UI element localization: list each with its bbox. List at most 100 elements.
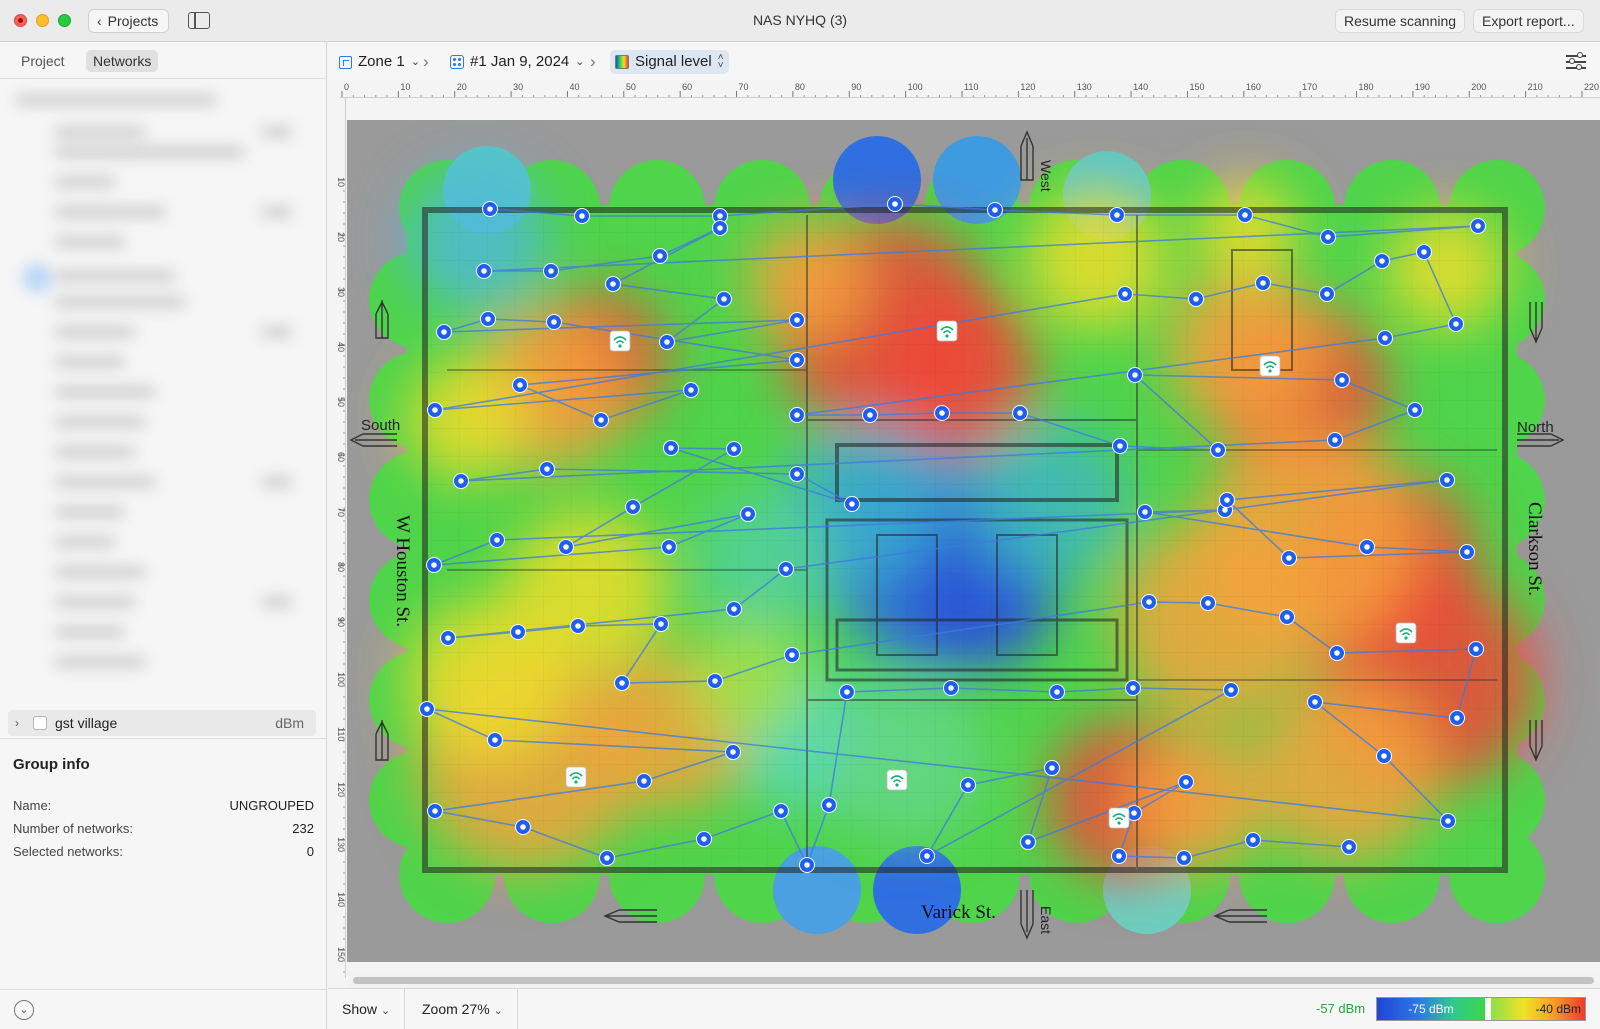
disclosure-chevron-icon[interactable]: › bbox=[15, 710, 19, 736]
survey-point[interactable] bbox=[558, 539, 574, 555]
survey-point[interactable] bbox=[1359, 539, 1375, 555]
survey-point[interactable] bbox=[1320, 229, 1336, 245]
survey-point[interactable] bbox=[427, 402, 443, 418]
survey-point[interactable] bbox=[1223, 682, 1239, 698]
heatmap-svg[interactable]: West East South North W Houston St. Clar… bbox=[347, 120, 1600, 962]
close-window-button[interactable] bbox=[14, 14, 27, 27]
survey-point[interactable] bbox=[1281, 550, 1297, 566]
survey-point[interactable] bbox=[510, 624, 526, 640]
survey-point[interactable] bbox=[1178, 774, 1194, 790]
zoom-window-button[interactable] bbox=[58, 14, 71, 27]
access-point-wifi-icon[interactable] bbox=[1108, 807, 1130, 829]
survey-selector[interactable]: #1 Jan 9, 2024 ⌄ bbox=[445, 50, 589, 74]
survey-point[interactable] bbox=[784, 647, 800, 663]
survey-point[interactable] bbox=[1210, 442, 1226, 458]
survey-point[interactable] bbox=[1407, 402, 1423, 418]
survey-point[interactable] bbox=[1188, 291, 1204, 307]
survey-point[interactable] bbox=[1307, 694, 1323, 710]
survey-point[interactable] bbox=[599, 850, 615, 866]
survey-point[interactable] bbox=[539, 461, 555, 477]
survey-point[interactable] bbox=[1219, 492, 1235, 508]
survey-point[interactable] bbox=[1044, 760, 1060, 776]
survey-point[interactable] bbox=[574, 208, 590, 224]
survey-point[interactable] bbox=[487, 732, 503, 748]
survey-point[interactable] bbox=[426, 557, 442, 573]
survey-point[interactable] bbox=[653, 616, 669, 632]
survey-point[interactable] bbox=[570, 618, 586, 634]
access-point-wifi-icon[interactable] bbox=[1259, 355, 1281, 377]
survey-point[interactable] bbox=[1448, 316, 1464, 332]
survey-point[interactable] bbox=[1327, 432, 1343, 448]
survey-point[interactable] bbox=[1109, 207, 1125, 223]
survey-point[interactable] bbox=[934, 405, 950, 421]
access-point-wifi-icon[interactable] bbox=[886, 769, 908, 791]
resume-scanning-button[interactable]: Resume scanning bbox=[1335, 9, 1466, 33]
survey-point[interactable] bbox=[740, 506, 756, 522]
survey-point[interactable] bbox=[1141, 594, 1157, 610]
survey-point[interactable] bbox=[453, 473, 469, 489]
survey-point[interactable] bbox=[1255, 275, 1271, 291]
survey-point[interactable] bbox=[1439, 472, 1455, 488]
survey-point[interactable] bbox=[683, 382, 699, 398]
survey-point[interactable] bbox=[943, 680, 959, 696]
survey-point[interactable] bbox=[1176, 850, 1192, 866]
expand-chevron-icon[interactable]: ⌄ bbox=[14, 1000, 34, 1020]
survey-point[interactable] bbox=[1125, 680, 1141, 696]
survey-point[interactable] bbox=[593, 412, 609, 428]
access-point-wifi-icon[interactable] bbox=[936, 320, 958, 342]
survey-point[interactable] bbox=[661, 539, 677, 555]
survey-point[interactable] bbox=[1111, 848, 1127, 864]
survey-point[interactable] bbox=[1334, 372, 1350, 388]
sidebar-toggle-icon[interactable] bbox=[188, 12, 210, 29]
access-point-wifi-icon[interactable] bbox=[609, 330, 631, 352]
survey-point[interactable] bbox=[543, 263, 559, 279]
survey-point[interactable] bbox=[515, 819, 531, 835]
survey-point[interactable] bbox=[778, 561, 794, 577]
survey-point[interactable] bbox=[696, 831, 712, 847]
scrollbar-thumb[interactable] bbox=[353, 977, 1594, 984]
horizontal-scrollbar[interactable] bbox=[347, 972, 1600, 988]
survey-point[interactable] bbox=[887, 196, 903, 212]
back-to-projects-button[interactable]: ‹ Projects bbox=[88, 9, 170, 33]
survey-point[interactable] bbox=[726, 601, 742, 617]
survey-point[interactable] bbox=[726, 441, 742, 457]
survey-point[interactable] bbox=[1049, 684, 1065, 700]
group-checkbox[interactable] bbox=[33, 716, 47, 730]
survey-point[interactable] bbox=[821, 797, 837, 813]
survey-point[interactable] bbox=[844, 496, 860, 512]
survey-point[interactable] bbox=[489, 532, 505, 548]
survey-point[interactable] bbox=[789, 407, 805, 423]
network-group-row[interactable]: › gst village dBm bbox=[8, 710, 316, 736]
survey-point[interactable] bbox=[919, 848, 935, 864]
survey-point[interactable] bbox=[1377, 330, 1393, 346]
survey-point[interactable] bbox=[1020, 834, 1036, 850]
survey-point[interactable] bbox=[436, 324, 452, 340]
survey-point[interactable] bbox=[1112, 438, 1128, 454]
survey-point[interactable] bbox=[1279, 609, 1295, 625]
minimize-window-button[interactable] bbox=[36, 14, 49, 27]
survey-point[interactable] bbox=[1237, 207, 1253, 223]
survey-point[interactable] bbox=[789, 352, 805, 368]
survey-point[interactable] bbox=[1416, 244, 1432, 260]
survey-point[interactable] bbox=[773, 803, 789, 819]
survey-point[interactable] bbox=[512, 377, 528, 393]
survey-point[interactable] bbox=[725, 744, 741, 760]
survey-point[interactable] bbox=[440, 630, 456, 646]
survey-point[interactable] bbox=[707, 673, 723, 689]
survey-point[interactable] bbox=[663, 440, 679, 456]
survey-point[interactable] bbox=[476, 263, 492, 279]
access-point-wifi-icon[interactable] bbox=[565, 766, 587, 788]
survey-point[interactable] bbox=[614, 675, 630, 691]
survey-point[interactable] bbox=[716, 291, 732, 307]
survey-point[interactable] bbox=[636, 773, 652, 789]
survey-point[interactable] bbox=[960, 777, 976, 793]
survey-point[interactable] bbox=[1137, 504, 1153, 520]
survey-point[interactable] bbox=[625, 499, 641, 515]
survey-point[interactable] bbox=[987, 202, 1003, 218]
survey-point[interactable] bbox=[1470, 218, 1486, 234]
zoom-menu-button[interactable]: Zoom 27% ⌄ bbox=[408, 989, 518, 1029]
survey-point[interactable] bbox=[659, 334, 675, 350]
survey-point[interactable] bbox=[1319, 286, 1335, 302]
survey-point[interactable] bbox=[605, 276, 621, 292]
survey-point[interactable] bbox=[1341, 839, 1357, 855]
